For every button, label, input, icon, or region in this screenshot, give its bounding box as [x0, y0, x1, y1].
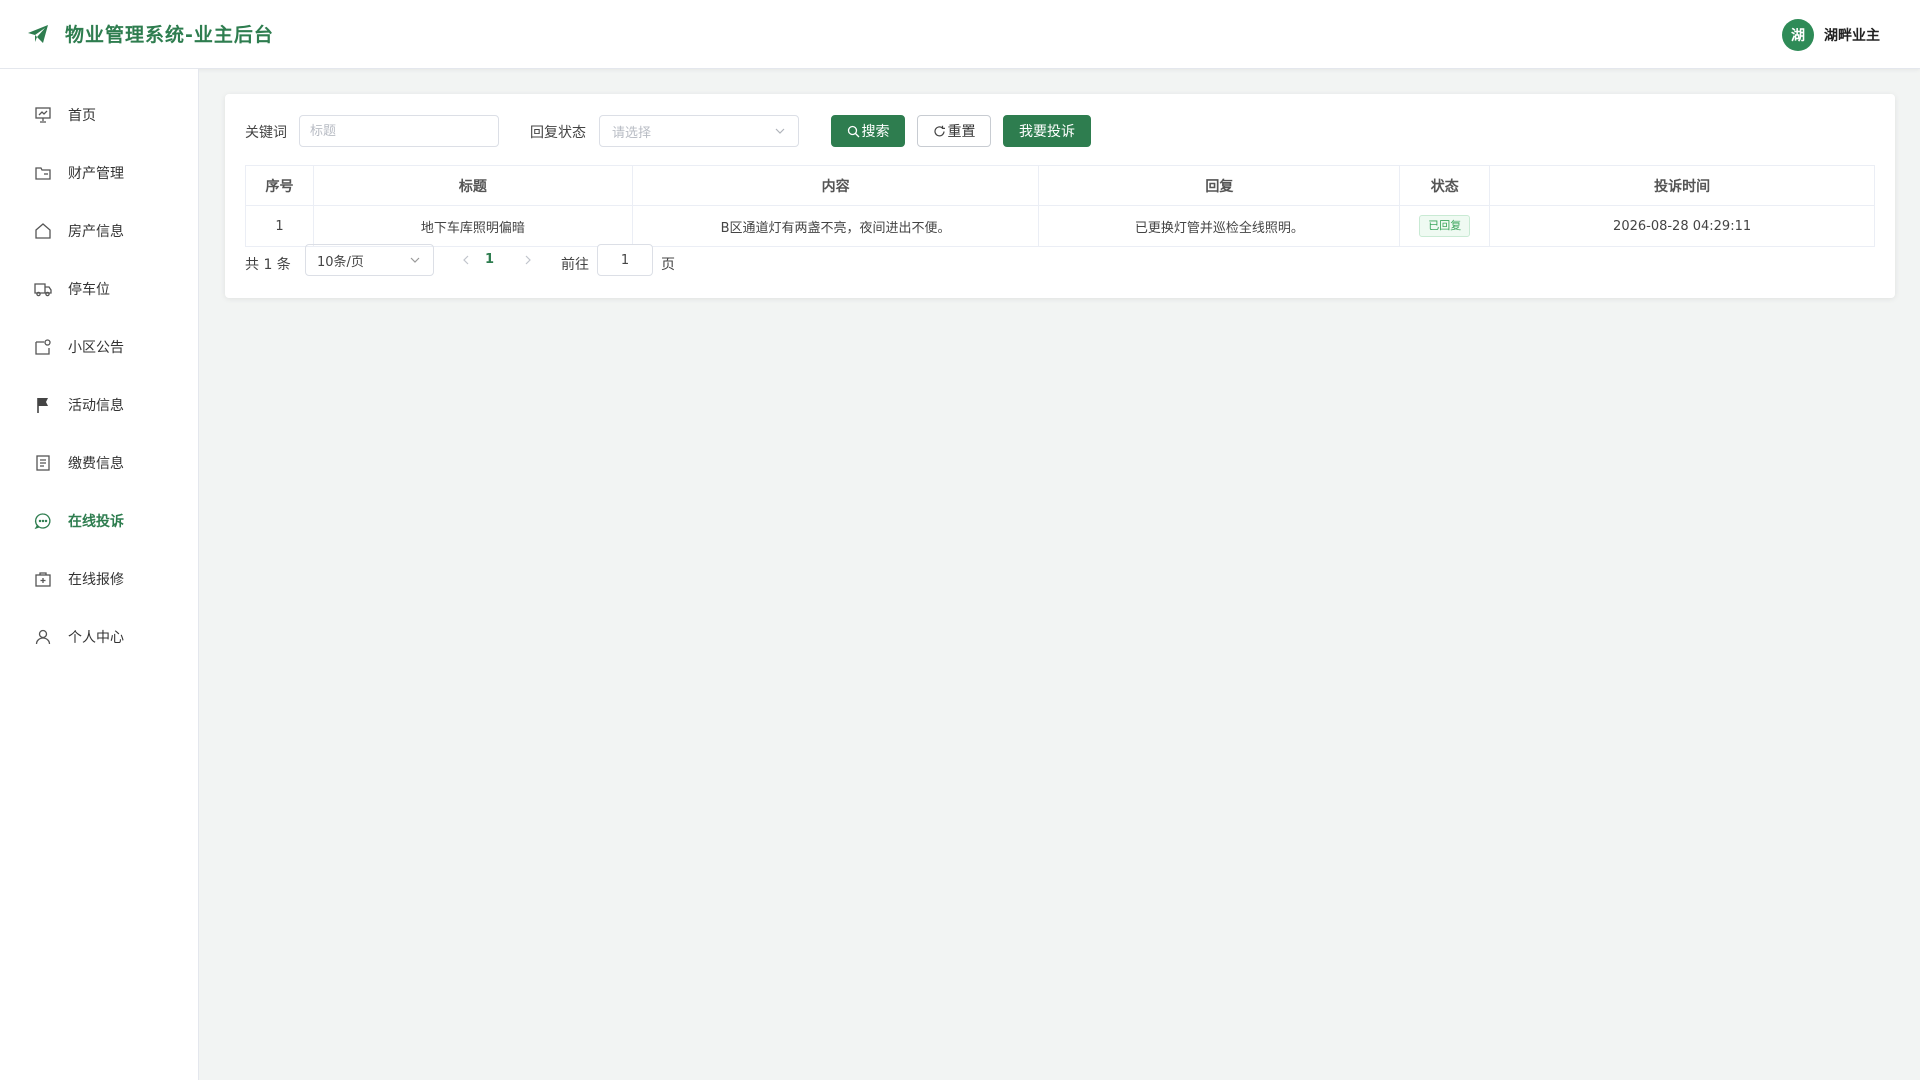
home-chart-icon: [34, 106, 52, 124]
sidebar-item-label: 缴费信息: [68, 456, 124, 472]
keyword-input[interactable]: [299, 115, 499, 147]
document-icon: [34, 454, 52, 472]
table-row[interactable]: 1 地下车库照明偏暗 B区通道灯有两盏不亮，夜间进出不便。 已更换灯管并巡检全线…: [245, 205, 1875, 247]
sidebar-item-property-management[interactable]: 财产管理: [0, 144, 198, 202]
page-size-select[interactable]: 10条/页: [305, 244, 434, 276]
brand: 物业管理系统-业主后台: [26, 20, 274, 47]
sidebar-item-parking[interactable]: 停车位: [0, 260, 198, 318]
sidebar-item-profile[interactable]: 个人中心: [0, 608, 198, 666]
chevron-down-icon: [409, 254, 421, 266]
folder-icon: [34, 164, 52, 182]
sidebar-item-activities[interactable]: 活动信息: [0, 376, 198, 434]
sidebar-item-payments[interactable]: 缴费信息: [0, 434, 198, 492]
chat-icon: [34, 512, 52, 530]
avatar[interactable]: 湖: [1782, 19, 1814, 51]
page-size-value: 10条/页: [317, 254, 364, 270]
chevron-down-icon: [774, 125, 786, 137]
goto-label: 前往: [561, 257, 589, 273]
status-select[interactable]: 请选择: [599, 115, 799, 147]
sidebar-item-label: 房产信息: [68, 224, 124, 240]
search-button-label: 搜索: [861, 124, 890, 140]
sidebar-item-repairs[interactable]: 在线报修: [0, 550, 198, 608]
col-reply: 回复: [1038, 165, 1401, 206]
user-menu[interactable]: 湖 湖畔业主: [1782, 19, 1880, 51]
file-complaint-label: 我要投诉: [1019, 124, 1075, 140]
col-content: 内容: [631, 165, 1040, 206]
page-suffix-label: 页: [661, 257, 675, 273]
sidebar-item-label: 在线投诉: [68, 514, 124, 530]
keyword-label: 关键词: [245, 125, 287, 141]
col-index: 序号: [245, 165, 314, 206]
sidebar-item-label: 在线报修: [68, 572, 124, 588]
sidebar-item-label: 财产管理: [68, 166, 124, 182]
toolbox-icon: [34, 570, 52, 588]
table-header-row: 序号 标题 内容 回复 状态 投诉时间: [245, 165, 1875, 206]
next-page-button[interactable]: [521, 252, 535, 268]
cell-index: 1: [245, 205, 314, 247]
top-header: 物业管理系统-业主后台 湖 湖畔业主: [0, 0, 1920, 69]
status-label: 回复状态: [530, 125, 586, 141]
sidebar-item-label: 小区公告: [68, 340, 124, 356]
sidebar-item-label: 活动信息: [68, 398, 124, 414]
prev-page-button[interactable]: [459, 252, 473, 268]
cell-reply: 已更换灯管并巡检全线照明。: [1038, 205, 1401, 247]
sidebar-item-label: 首页: [68, 108, 96, 124]
search-icon: [847, 125, 860, 138]
sidebar-item-complaints[interactable]: 在线投诉: [0, 492, 198, 550]
refresh-icon: [933, 125, 946, 138]
notice-icon: [34, 338, 52, 356]
house-icon: [34, 222, 52, 240]
col-title: 标题: [312, 165, 633, 206]
col-status: 状态: [1399, 165, 1491, 206]
complaints-table: 序号 标题 内容 回复 状态 投诉时间 1 地下车库照明偏暗 B区通道灯有两盏不…: [245, 165, 1875, 247]
complaints-panel: 关键词 回复状态 请选择 搜索 重置 我要投诉 序号 标题 内容 回: [225, 94, 1895, 298]
cell-title: 地下车库照明偏暗: [312, 205, 633, 247]
paper-plane-icon: [26, 22, 50, 46]
cell-content: B区通道灯有两盏不亮，夜间进出不便。: [631, 205, 1040, 247]
app-title: 物业管理系统-业主后台: [65, 24, 274, 46]
user-icon: [34, 628, 52, 646]
cell-status: 已回复: [1399, 205, 1491, 247]
page-number-1[interactable]: 1: [485, 252, 494, 267]
goto-page-input[interactable]: [597, 244, 653, 276]
sidebar-item-home[interactable]: 首页: [0, 86, 198, 144]
status-badge: 已回复: [1419, 215, 1471, 237]
sidebar-item-label: 停车位: [68, 282, 110, 298]
sidebar-item-announcement[interactable]: 小区公告: [0, 318, 198, 376]
reset-button-label: 重置: [947, 124, 976, 140]
flag-icon: [34, 396, 52, 414]
cell-time: 2026-08-28 04:29:11: [1489, 205, 1875, 247]
username[interactable]: 湖畔业主: [1824, 25, 1880, 45]
pagination-total: 共 1 条: [245, 257, 291, 273]
status-select-placeholder: 请选择: [612, 125, 652, 141]
reset-button[interactable]: 重置: [917, 115, 991, 147]
sidebar-item-house-info[interactable]: 房产信息: [0, 202, 198, 260]
sidebar: 首页 财产管理 房产信息 停车位 小区公告 活动信息 缴费信息 在线投诉 在线报…: [0, 69, 199, 1080]
search-button[interactable]: 搜索: [831, 115, 905, 147]
col-time: 投诉时间: [1489, 165, 1875, 206]
truck-icon: [34, 280, 52, 298]
file-complaint-button[interactable]: 我要投诉: [1003, 115, 1091, 147]
sidebar-item-label: 个人中心: [68, 630, 124, 646]
